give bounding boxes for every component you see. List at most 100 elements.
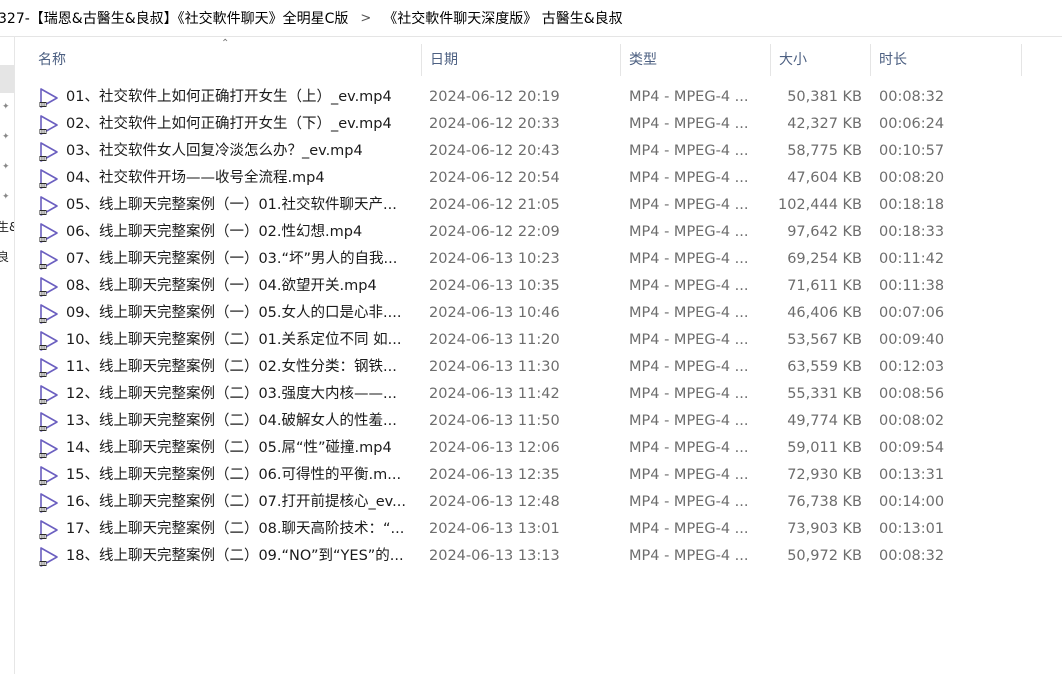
file-name-cell[interactable]: 18、线上聊天完整案例（二）09.“NO”到“YES”的... <box>38 543 418 570</box>
video-file-icon <box>39 87 58 108</box>
file-row[interactable]: 09、线上聊天完整案例（一）05.女人的口是心非.... 2024-06-13 1… <box>14 300 1062 327</box>
pin-icon: ✦ <box>2 132 10 142</box>
file-duration: 00:07:06 <box>879 305 945 321</box>
file-row[interactable]: 05、线上聊天完整案例（一）01.社交软件聊天产... 2024-06-12 21… <box>14 192 1062 219</box>
file-name-cell[interactable]: 03、社交软件女人回复冷淡怎么办？_ev.mp4 <box>38 138 418 165</box>
file-name-cell[interactable]: 07、线上聊天完整案例（一）03.“坏”男人的自我... <box>38 246 418 273</box>
file-name-cell[interactable]: 11、线上聊天完整案例（二）02.女性分类：钢铁... <box>38 354 418 381</box>
file-date: 2024-06-13 10:46 <box>429 305 560 321</box>
file-date: 2024-06-13 12:48 <box>429 494 560 510</box>
file-name-cell[interactable]: 13、线上聊天完整案例（二）04.破解女人的性羞... <box>38 408 418 435</box>
file-row[interactable]: 07、线上聊天完整案例（一）03.“坏”男人的自我... 2024-06-13 1… <box>14 246 1062 273</box>
file-date: 2024-06-13 13:13 <box>429 548 560 564</box>
column-header-size[interactable]: 大小 <box>769 44 870 76</box>
video-file-icon <box>39 303 58 324</box>
file-type: MP4 - MPEG-4 ... <box>629 224 749 240</box>
file-row[interactable]: 06、线上聊天完整案例（一）02.性幻想.mp4 2024-06-12 22:09… <box>14 219 1062 246</box>
breadcrumb-item-current[interactable]: 《社交軟件聊天深度版》 古醫生&良叔 <box>379 8 626 28</box>
file-date: 2024-06-12 21:05 <box>429 197 560 213</box>
file-row[interactable]: 03、社交软件女人回复冷淡怎么办？_ev.mp4 2024-06-12 20:43… <box>14 138 1062 165</box>
file-row[interactable]: 15、线上聊天完整案例（二）06.可得性的平衡.m... 2024-06-13 1… <box>14 462 1062 489</box>
file-size: 63,559 KB <box>787 359 862 375</box>
file-duration: 00:11:38 <box>879 278 945 294</box>
file-list: ⌃ 名称 日期 类型 大小 时长 01、社交软件上如何正确打开女生（上）_ev.… <box>14 36 1062 674</box>
video-file-icon <box>39 276 58 297</box>
video-file-icon <box>39 546 58 567</box>
file-duration: 00:08:20 <box>879 170 945 186</box>
file-type: MP4 - MPEG-4 ... <box>629 386 749 402</box>
file-date: 2024-06-13 10:23 <box>429 251 560 267</box>
file-name-cell[interactable]: 14、线上聊天完整案例（二）05.屌“性”碰撞.mp4 <box>38 435 418 462</box>
file-row[interactable]: 17、线上聊天完整案例（二）08.聊天高阶技术：“... 2024-06-13 1… <box>14 516 1062 543</box>
file-type: MP4 - MPEG-4 ... <box>629 359 749 375</box>
file-row[interactable]: 13、线上聊天完整案例（二）04.破解女人的性羞... 2024-06-13 11… <box>14 408 1062 435</box>
file-name: 05、线上聊天完整案例（一）01.社交软件聊天产... <box>66 197 397 213</box>
file-date: 2024-06-13 10:35 <box>429 278 560 294</box>
file-size: 55,331 KB <box>787 386 862 402</box>
file-row[interactable]: 11、线上聊天完整案例（二）02.女性分类：钢铁... 2024-06-13 11… <box>14 354 1062 381</box>
video-file-icon <box>39 519 58 540</box>
file-date: 2024-06-13 11:20 <box>429 332 560 348</box>
file-name-cell[interactable]: 12、线上聊天完整案例（二）03.强度大内核——... <box>38 381 418 408</box>
file-row[interactable]: 08、线上聊天完整案例（一）04.欲望开关.mp4 2024-06-13 10:3… <box>14 273 1062 300</box>
file-duration: 00:09:40 <box>879 332 945 348</box>
file-name: 01、社交软件上如何正确打开女生（上）_ev.mp4 <box>66 89 392 105</box>
file-size: 71,611 KB <box>787 278 862 294</box>
file-name-cell[interactable]: 10、线上聊天完整案例（二）01.关系定位不同 如... <box>38 327 418 354</box>
file-type: MP4 - MPEG-4 ... <box>629 251 749 267</box>
file-size: 58,775 KB <box>787 143 862 159</box>
file-name: 10、线上聊天完整案例（二）01.关系定位不同 如... <box>66 332 402 348</box>
file-row[interactable]: 12、线上聊天完整案例（二）03.强度大内核——... 2024-06-13 11… <box>14 381 1062 408</box>
file-name-cell[interactable]: 09、线上聊天完整案例（一）05.女人的口是心非.... <box>38 300 418 327</box>
file-size: 97,642 KB <box>787 224 862 240</box>
column-header-date[interactable]: 日期 <box>420 44 620 76</box>
file-row[interactable]: 18、线上聊天完整案例（二）09.“NO”到“YES”的... 2024-06-1… <box>14 543 1062 570</box>
file-date: 2024-06-12 20:19 <box>429 89 560 105</box>
file-name: 07、线上聊天完整案例（一）03.“坏”男人的自我... <box>66 251 398 267</box>
column-header-name[interactable]: 名称 <box>28 44 421 76</box>
video-file-icon <box>39 141 58 162</box>
file-row[interactable]: 16、线上聊天完整案例（二）07.打开前提核心_ev... 2024-06-13 … <box>14 489 1062 516</box>
file-row[interactable]: 01、社交软件上如何正确打开女生（上）_ev.mp4 2024-06-12 20:… <box>14 84 1062 111</box>
file-name-cell[interactable]: 16、线上聊天完整案例（二）07.打开前提核心_ev... <box>38 489 418 516</box>
file-name: 12、线上聊天完整案例（二）03.强度大内核——... <box>66 386 397 402</box>
file-row[interactable]: 14、线上聊天完整案例（二）05.屌“性”碰撞.mp4 2024-06-13 12… <box>14 435 1062 462</box>
file-type: MP4 - MPEG-4 ... <box>629 197 749 213</box>
file-name-cell[interactable]: 17、线上聊天完整案例（二）08.聊天高阶技术：“... <box>38 516 418 543</box>
file-name-cell[interactable]: 08、线上聊天完整案例（一）04.欲望开关.mp4 <box>38 273 418 300</box>
nav-item-fragment[interactable]: 良 <box>0 248 9 265</box>
file-duration: 00:18:33 <box>879 224 945 240</box>
file-row[interactable]: 10、线上聊天完整案例（二）01.关系定位不同 如... 2024-06-13 1… <box>14 327 1062 354</box>
file-name-cell[interactable]: 15、线上聊天完整案例（二）06.可得性的平衡.m... <box>38 462 418 489</box>
file-name: 02、社交软件上如何正确打开女生（下）_ev.mp4 <box>66 116 392 132</box>
file-type: MP4 - MPEG-4 ... <box>629 548 749 564</box>
file-size: 73,903 KB <box>787 521 862 537</box>
video-file-icon <box>39 222 58 243</box>
file-duration: 00:18:18 <box>879 197 945 213</box>
file-row[interactable]: 02、社交软件上如何正确打开女生（下）_ev.mp4 2024-06-12 20:… <box>14 111 1062 138</box>
breadcrumb-item-parent[interactable]: 327-【瑞恩&古醫生&良叔】《社交軟件聊天》全明星C版 <box>0 8 352 28</box>
column-header-duration[interactable]: 时长 <box>869 44 1021 76</box>
file-type: MP4 - MPEG-4 ... <box>629 278 749 294</box>
file-name: 06、线上聊天完整案例（一）02.性幻想.mp4 <box>66 224 363 240</box>
video-file-icon <box>39 168 58 189</box>
file-type: MP4 - MPEG-4 ... <box>629 116 749 132</box>
breadcrumb: 327-【瑞恩&古醫生&良叔】《社交軟件聊天》全明星C版 > 《社交軟件聊天深度… <box>0 0 1062 37</box>
file-name-cell[interactable]: 05、线上聊天完整案例（一）01.社交软件聊天产... <box>38 192 418 219</box>
file-name: 08、线上聊天完整案例（一）04.欲望开关.mp4 <box>66 278 377 294</box>
file-name-cell[interactable]: 06、线上聊天完整案例（一）02.性幻想.mp4 <box>38 219 418 246</box>
file-type: MP4 - MPEG-4 ... <box>629 467 749 483</box>
nav-item-fragment[interactable]: 生& <box>0 218 14 235</box>
breadcrumb-separator-icon[interactable]: > <box>352 11 379 26</box>
file-duration: 00:10:57 <box>879 143 945 159</box>
nav-selected-item[interactable] <box>0 65 14 93</box>
file-name: 03、社交软件女人回复冷淡怎么办？_ev.mp4 <box>66 143 363 159</box>
column-header-type[interactable]: 类型 <box>619 44 770 76</box>
file-name-cell[interactable]: 02、社交软件上如何正确打开女生（下）_ev.mp4 <box>38 111 418 138</box>
file-name: 13、线上聊天完整案例（二）04.破解女人的性羞... <box>66 413 397 429</box>
file-name-cell[interactable]: 01、社交软件上如何正确打开女生（上）_ev.mp4 <box>38 84 418 111</box>
file-duration: 00:08:56 <box>879 386 945 402</box>
file-row[interactable]: 04、社交软件开场——收号全流程.mp4 2024-06-12 20:54 MP4 … <box>14 165 1062 192</box>
column-divider[interactable] <box>1021 44 1022 76</box>
file-name-cell[interactable]: 04、社交软件开场——收号全流程.mp4 <box>38 165 418 192</box>
